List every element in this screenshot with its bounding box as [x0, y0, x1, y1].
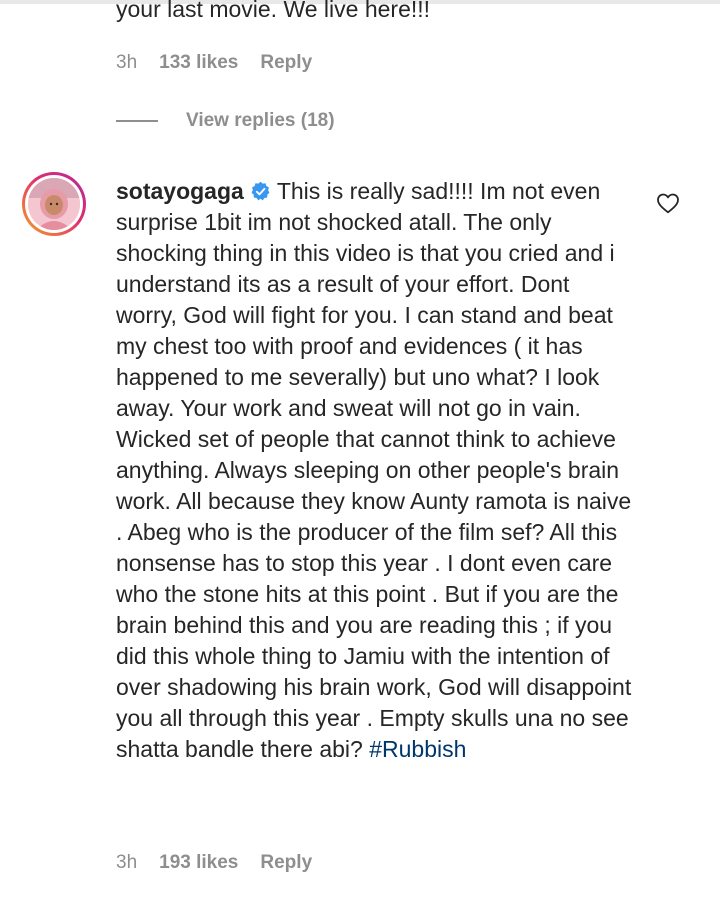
view-replies-button[interactable]: View replies (18) — [116, 110, 335, 132]
reply-button[interactable]: Reply — [260, 852, 312, 874]
reply-button[interactable]: Reply — [260, 52, 312, 74]
verified-badge-icon — [251, 181, 270, 201]
comment-time: 3h — [116, 852, 138, 873]
comment-body: sotayogaga This is really sad!!!! Im not… — [116, 176, 636, 765]
comment-likes[interactable]: 193 likes — [159, 852, 238, 874]
avatar-image — [28, 178, 80, 230]
comment-hashtag[interactable]: #Rubbish — [369, 736, 466, 762]
comment-meta: 3h 193 likes Reply — [116, 852, 312, 874]
comment-likes[interactable]: 133 likes — [159, 52, 238, 74]
previous-comment-text: your last movie. We live here!!! — [116, 0, 431, 22]
replies-line — [116, 120, 158, 122]
comment-text: This is really sad!!!! Im not even surpr… — [116, 178, 632, 762]
previous-comment-meta: 3h 133 likes Reply — [116, 52, 312, 74]
avatar[interactable] — [22, 172, 86, 236]
heart-outline-icon[interactable] — [656, 192, 680, 214]
comment-username[interactable]: sotayogaga — [116, 178, 244, 204]
view-replies-label: View replies (18) — [186, 110, 335, 131]
comment-time: 3h — [116, 52, 138, 73]
